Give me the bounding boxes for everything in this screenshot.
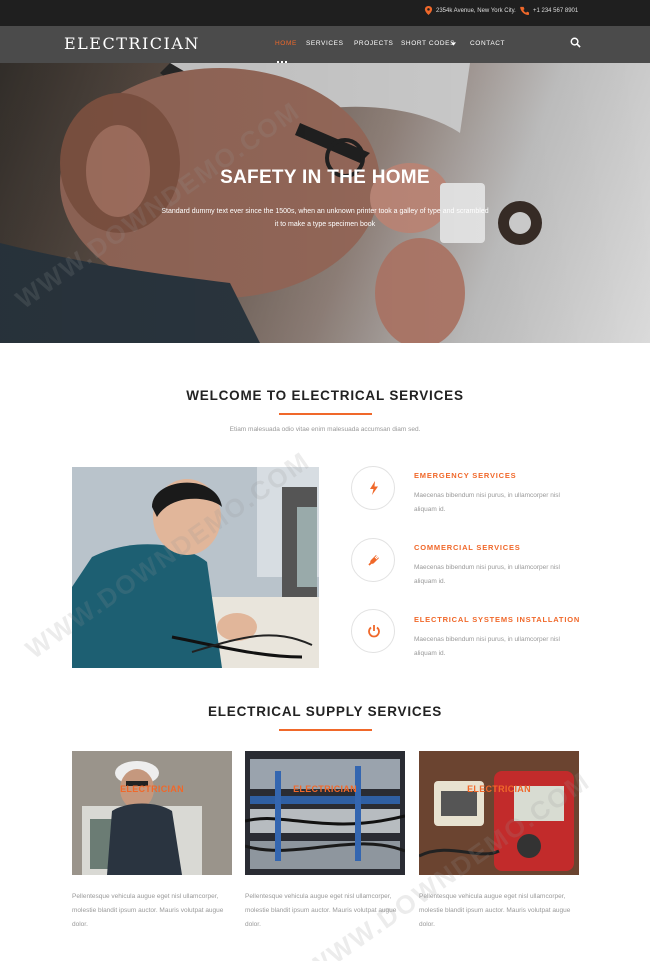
lightning-icon [370,481,378,495]
active-nav-indicator [277,50,289,63]
plug-icon [368,555,379,566]
top-info-bar: 2354k Avenue, New York City. +1 234 567 … [0,0,650,26]
phone-text: +1 234 567 8901 [533,8,579,14]
card-label: ELECTRICIAN [120,784,184,794]
service-title[interactable]: ELECTRICAL SYSTEMS INSTALLATION [414,615,580,624]
service-text: Maecenas bibendum nisi purus, in ullamco… [414,636,560,657]
phone-icon [520,6,529,15]
supply-card-image-1[interactable]: ELECTRICIAN [72,751,232,875]
supply-card-image-2[interactable]: ELECTRICIAN [245,751,405,875]
power-icon [368,625,380,638]
service-text: Maecenas bibendum nisi purus, in ullamco… [414,564,560,585]
nav-item-projects[interactable]: PROJECTS [354,40,393,47]
search-icon[interactable] [570,37,581,48]
welcome-subtitle: Etiam malesuada odio vitae enim malesuad… [229,426,421,433]
supply-underline [279,729,372,731]
nav-item-services[interactable]: SERVICES [306,40,344,47]
service-icon-circle-2 [351,538,395,582]
nav-item-short-codes[interactable]: SHORT CODES [401,40,455,47]
location-pin-icon [424,6,433,15]
main-navbar: ELECTRICIAN HOME SERVICES PROJECTS SHORT… [0,26,650,63]
nav-item-home[interactable]: HOME [275,40,297,47]
hero-text: Standard dummy text ever since the 1500s… [161,208,489,228]
supply-title: ELECTRICAL SUPPLY SERVICES [207,704,443,719]
site-logo[interactable]: ELECTRICIAN [64,34,200,53]
technician-image [72,467,319,668]
address-text: 2354k Avenue, New York City. [436,8,516,14]
hero-slider: SAFETY IN THE HOME Standard dummy text e… [0,63,650,343]
card-text: Pellentesque vehicula augue eget nisl ul… [72,893,224,928]
welcome-underline [279,413,372,415]
card-label: ELECTRICIAN [293,784,357,794]
nav-item-contact[interactable]: CONTACT [470,40,505,47]
chevron-down-icon[interactable] [451,42,456,46]
service-title[interactable]: COMMERCIAL SERVICES [414,543,521,552]
service-text: Maecenas bibendum nisi purus, in ullamco… [414,492,560,513]
service-icon-circle-1 [351,466,395,510]
hero-title: SAFETY IN THE HOME [220,167,430,188]
service-icon-circle-3 [351,609,395,653]
service-title[interactable]: EMERGENCY SERVICES [414,471,516,480]
welcome-title: WELCOME TO ELECTRICAL SERVICES [186,388,464,403]
